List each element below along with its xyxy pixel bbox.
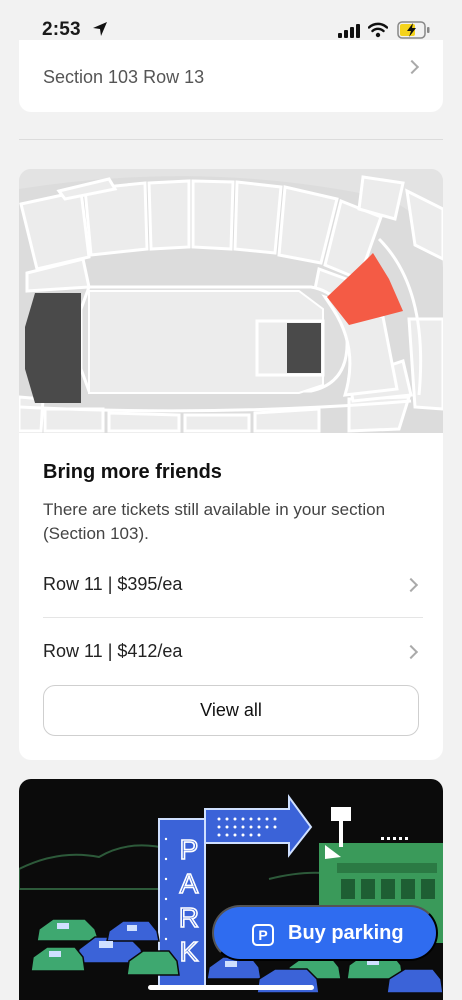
location-arrow-icon: [93, 22, 107, 36]
chevron-right-icon: [404, 59, 420, 75]
offer-label: Row 11 | $412/ea: [43, 641, 183, 661]
ticket-offer-row[interactable]: Row 11 | $395/ea: [43, 574, 423, 634]
parking-promo-card[interactable]: P A R K P Buy parking: [19, 779, 443, 1000]
cellular-signal-icon: [338, 24, 360, 38]
buy-parking-label: Buy parking: [288, 922, 404, 944]
clipped-text: ──────────────────: [43, 50, 243, 56]
chevron-right-icon: [403, 644, 419, 660]
divider: [43, 617, 423, 618]
ticket-info-card[interactable]: ────────────────── Section 103 Row 13: [19, 40, 443, 112]
section-row-text: Section 103 Row 13: [43, 67, 205, 87]
buy-parking-button[interactable]: P Buy parking: [212, 905, 438, 961]
status-time: 2:53: [42, 19, 81, 40]
battery-charging-icon: [397, 21, 430, 39]
home-indicator: [148, 985, 314, 990]
sign-letter: A: [180, 868, 199, 899]
card-title: Bring more friends: [43, 461, 222, 483]
sign-letter: P: [180, 834, 199, 865]
divider: [19, 139, 443, 140]
parking-icon: P: [252, 924, 274, 946]
bring-friends-card: Bring more friends There are tickets sti…: [19, 169, 443, 760]
view-all-button[interactable]: View all: [43, 685, 419, 736]
offer-label: Row 11 | $395/ea: [43, 574, 183, 594]
sign-letter: K: [180, 936, 199, 967]
seat-map: [19, 169, 443, 433]
sign-letter: R: [179, 902, 199, 933]
parking-illustration: P A R K: [19, 793, 443, 994]
chevron-right-icon: [403, 577, 419, 593]
card-description: There are tickets still available in you…: [43, 500, 386, 543]
wifi-icon: [368, 22, 388, 38]
